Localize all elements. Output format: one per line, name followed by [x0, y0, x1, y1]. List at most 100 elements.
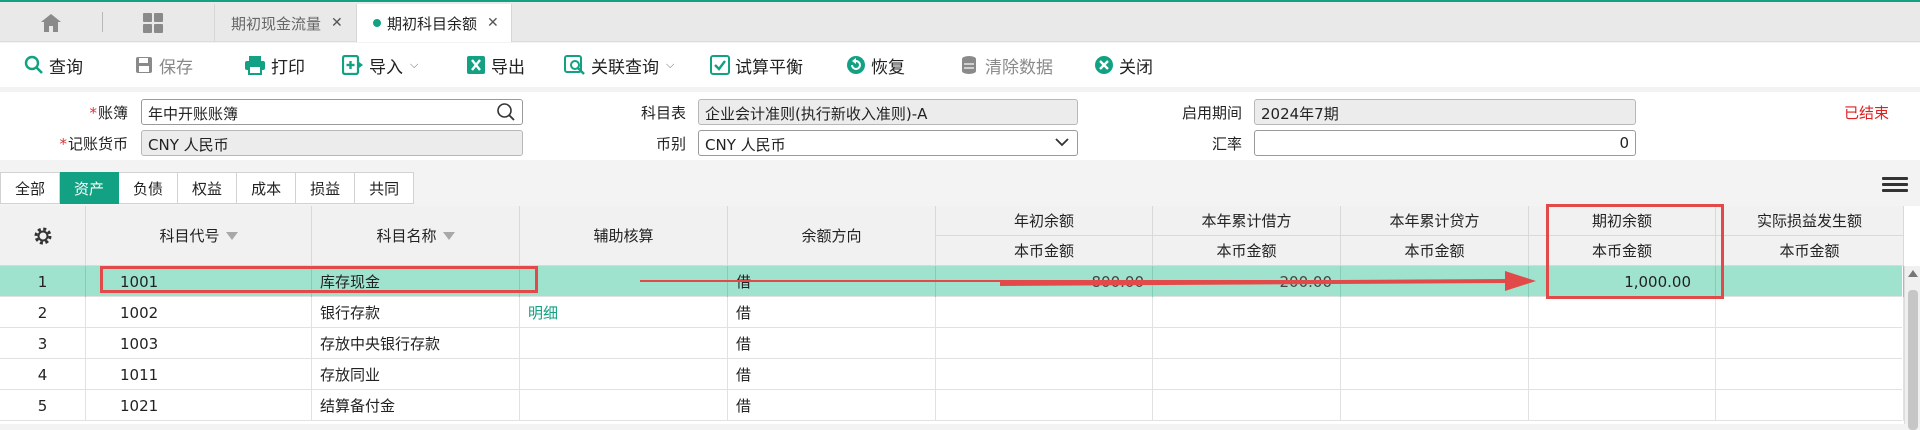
ytd-credit-cell[interactable]: [1341, 297, 1529, 328]
ytd-debit-cell[interactable]: [1153, 328, 1341, 359]
header-actual-pl: 实际损益发生额: [1716, 206, 1904, 236]
opening-year-cell[interactable]: [936, 390, 1153, 421]
actual-pl-cell[interactable]: [1716, 359, 1904, 390]
scroll-up-icon[interactable]: [1908, 270, 1918, 277]
table-row[interactable]: 4 1011 存放同业 借: [0, 359, 1904, 390]
category-common[interactable]: 共同: [355, 172, 415, 204]
close-icon[interactable]: ✕: [331, 15, 343, 31]
opening-balance-cell[interactable]: [1529, 359, 1716, 390]
header-ytd-debit: 本年累计借方: [1153, 206, 1341, 236]
actual-pl-cell[interactable]: [1716, 297, 1904, 328]
currency-type-select[interactable]: CNY 人民币: [698, 130, 1078, 156]
account-name[interactable]: 存放同业: [312, 359, 520, 390]
category-tabs: 全部 资产 负债 权益 成本 损益 共同: [0, 172, 415, 204]
opening-year-cell[interactable]: 800.00: [936, 266, 1153, 297]
opening-balance-cell[interactable]: [1529, 390, 1716, 421]
tab-opening-cashflow[interactable]: 期初现金流量 ✕: [214, 4, 356, 42]
ytd-credit-cell[interactable]: [1341, 359, 1529, 390]
filter-icon[interactable]: [442, 231, 455, 240]
print-button[interactable]: 打印: [244, 53, 305, 78]
direction-cell: 借: [728, 266, 936, 297]
category-equity[interactable]: 权益: [178, 172, 238, 204]
auxiliary-cell[interactable]: [520, 390, 728, 421]
account-code[interactable]: 1002: [86, 297, 312, 328]
close-icon[interactable]: ✕: [487, 15, 499, 31]
opening-balance-cell[interactable]: [1529, 297, 1716, 328]
ytd-credit-cell[interactable]: [1341, 328, 1529, 359]
category-all[interactable]: 全部: [0, 172, 61, 204]
direction-cell: 借: [728, 390, 936, 421]
actual-pl-cell[interactable]: [1716, 328, 1904, 359]
ytd-credit-cell[interactable]: [1341, 266, 1529, 297]
opening-year-cell[interactable]: [936, 359, 1153, 390]
account-name[interactable]: 库存现金: [312, 266, 520, 297]
category-cost[interactable]: 成本: [237, 172, 297, 204]
chevron-down-icon: ⌵: [666, 58, 675, 71]
app-grid-icon[interactable]: [138, 10, 168, 36]
related-query-button[interactable]: 关联查询 ⌵: [564, 53, 675, 78]
auxiliary-cell[interactable]: [520, 359, 728, 390]
opening-year-cell[interactable]: [936, 328, 1153, 359]
header-account-name[interactable]: 科目名称: [312, 206, 520, 266]
book-field[interactable]: 年中开账账簿: [141, 99, 523, 125]
filter-icon[interactable]: [225, 231, 238, 240]
table-row[interactable]: 5 1021 结算备付金 借: [0, 390, 1904, 421]
auxiliary-cell[interactable]: [520, 266, 728, 297]
category-liabilities[interactable]: 负债: [119, 172, 179, 204]
import-button[interactable]: 导入 ⌵: [342, 53, 418, 78]
home-icon[interactable]: [36, 11, 66, 35]
direction-cell: 借: [728, 297, 936, 328]
hamburger-menu-icon[interactable]: [1882, 174, 1908, 196]
account-code[interactable]: 1001: [86, 266, 312, 297]
required-marker: *: [59, 135, 67, 153]
clear-data-button[interactable]: 清除数据: [960, 53, 1053, 78]
header-opening-balance: 期初余额: [1529, 206, 1716, 236]
restore-button[interactable]: 恢复: [846, 53, 905, 78]
account-name[interactable]: 银行存款: [312, 297, 520, 328]
account-code[interactable]: 1021: [86, 390, 312, 421]
opening-year-cell[interactable]: [936, 297, 1153, 328]
header-account-code[interactable]: 科目代号: [86, 206, 312, 266]
table-row[interactable]: 3 1003 存放中央银行存款 借: [0, 328, 1904, 359]
book-label: *账簿: [40, 102, 128, 123]
table-row[interactable]: 1 1001 库存现金 借 800.00 200.00 1,000.00: [0, 266, 1904, 297]
exchange-rate-field[interactable]: 0: [1254, 130, 1636, 156]
scroll-thumb[interactable]: [1908, 290, 1918, 430]
close-button[interactable]: 关闭: [1094, 53, 1153, 78]
account-name[interactable]: 存放中央银行存款: [312, 328, 520, 359]
ytd-debit-cell[interactable]: [1153, 390, 1341, 421]
export-button[interactable]: 导出: [466, 53, 525, 78]
category-profit-loss[interactable]: 损益: [296, 172, 356, 204]
tab-opening-balance[interactable]: 期初科目余额 ✕: [356, 4, 512, 42]
gear-icon[interactable]: [32, 225, 54, 247]
account-code[interactable]: 1003: [86, 328, 312, 359]
account-code[interactable]: 1011: [86, 359, 312, 390]
account-name[interactable]: 结算备付金: [312, 390, 520, 421]
ytd-debit-cell[interactable]: 200.00: [1153, 266, 1341, 297]
clear-data-label: 清除数据: [985, 57, 1053, 78]
currency-type-value: CNY 人民币: [705, 136, 786, 154]
category-assets[interactable]: 资产: [60, 172, 120, 204]
save-button[interactable]: 保存: [134, 53, 193, 78]
ytd-debit-cell[interactable]: [1153, 297, 1341, 328]
search-icon: [24, 55, 43, 74]
balance-grid: 科目代号 科目名称 辅助核算 余额方向 年初余额 本币金额 本年累计借方 本币金…: [0, 206, 1920, 430]
opening-balance-cell[interactable]: 1,000.00: [1529, 266, 1716, 297]
vertical-scrollbar[interactable]: [1904, 266, 1920, 430]
search-icon[interactable]: [496, 102, 516, 124]
opening-balance-cell[interactable]: [1529, 328, 1716, 359]
ytd-credit-cell[interactable]: [1341, 390, 1529, 421]
ytd-debit-cell[interactable]: [1153, 359, 1341, 390]
auxiliary-cell[interactable]: [520, 328, 728, 359]
header-label: 科目名称: [376, 227, 437, 245]
actual-pl-cell[interactable]: [1716, 266, 1904, 297]
auxiliary-detail-link[interactable]: 明细: [520, 297, 728, 328]
trial-balance-button[interactable]: 试算平衡: [710, 53, 803, 78]
table-row[interactable]: 2 1002 银行存款 明细 借: [0, 297, 1904, 328]
chevron-down-icon[interactable]: [1053, 133, 1071, 155]
header-sub-amount: 本币金额: [1716, 236, 1904, 266]
direction-cell: 借: [728, 359, 936, 390]
currency-type-label: 币别: [655, 135, 686, 153]
query-button[interactable]: 查询: [24, 53, 83, 78]
actual-pl-cell[interactable]: [1716, 390, 1904, 421]
